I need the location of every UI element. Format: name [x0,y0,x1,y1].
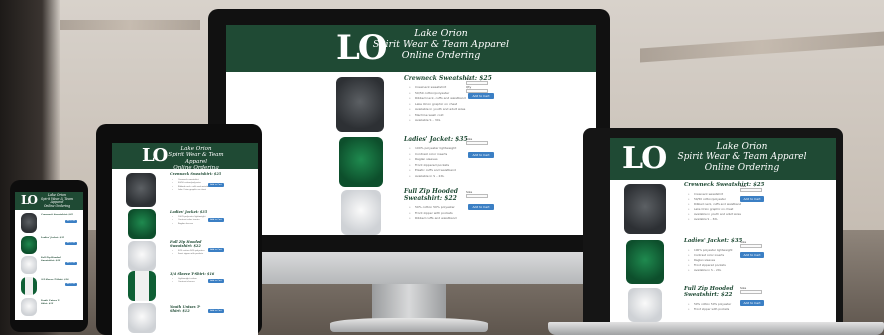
title-line-2: Spirit Wear & Team Apparel [168,152,224,165]
add-to-cart-button[interactable]: Add to Cart [65,283,77,286]
size-option: Size [740,184,762,192]
qty-label: Qty [466,85,472,89]
monitor-base [330,318,488,332]
bullet: Front zipper with pockets [172,253,217,257]
logo[interactable]: LO [21,193,38,207]
size-label: Size [740,286,747,290]
bullet: Available in S – 2XL [409,174,484,180]
product-title: Full Zip Hooded Sweatshirt: $22 [684,286,734,298]
product-title: Crewneck Sweatshirt: $25 [170,172,222,176]
product-image-youth-tee[interactable] [21,298,37,316]
bullet: Available S – 3XL [409,118,484,124]
size-label: Size [466,137,473,141]
product-image-hoodie[interactable] [21,256,37,274]
background-beam [60,20,200,30]
size-select[interactable] [740,244,762,248]
add-to-cart-button[interactable]: Add to Cart [65,220,77,223]
title-line-3: Online Ordering [704,162,780,173]
add-to-cart-button[interactable]: Add to Cart [468,152,494,158]
add-to-cart-button[interactable]: Add to Cart [740,252,764,258]
header-title: Lake Orion Spirit Wear & Team Apparel On… [160,146,232,171]
product-title: Crewneck Sweatshirt: $25 [41,213,73,216]
add-to-cart-button[interactable]: Add to Cart [65,242,77,245]
product-image-jacket[interactable] [128,209,156,239]
product-image-jacket[interactable] [626,240,664,284]
title-line-2: Spirit Wear & Team Apparel [677,152,807,163]
product-bullets: 100% polyester lightweight Contrast colo… [409,146,484,179]
size-select[interactable] [740,188,762,192]
product-image-raglan-tee[interactable] [21,277,37,295]
add-to-cart-button[interactable]: Add to Cart [468,93,494,99]
bullet: Available S – 3XL [688,217,758,222]
title-line-1: Lake Orion [716,142,768,152]
product-title: Youth Unisex T-Shirt: $12 [41,299,60,305]
add-to-cart-button[interactable]: Add to Cart [740,196,764,202]
product-title: 3/4 Sleeve T-Shirt: $16 [170,272,215,276]
add-to-cart-button[interactable]: Add to Cart [468,204,494,210]
product-image-crewneck[interactable] [624,184,666,234]
product-image-crewneck[interactable] [126,173,156,207]
product-title: Ladies' Jacket: $35 [684,238,743,244]
bullet: Lake Orion graphic on chest [172,189,217,193]
add-to-cart-button[interactable]: Add to Cart [208,218,224,222]
product-image-hoodie[interactable] [628,288,662,322]
site-header: LO Lake Orion Spirit Wear & Team Apparel… [15,192,83,210]
add-to-cart-button[interactable]: Add to Cart [208,279,224,283]
bullet: Raglan sleeves [172,223,217,227]
product-title: Youth Unisex T-Shirt: $12 [170,305,201,313]
size-option: Size [740,240,762,248]
product-title: Ladies' Jacket: $35 [170,210,208,214]
header-title: Lake Orion Spirit Wear & Team Apparel On… [662,142,822,173]
product-title: Full Zip Hooded Sweatshirt: $22 [170,240,202,248]
product-image-raglan-tee[interactable] [128,271,156,301]
header-title: Lake Orion Spirit Wear & Team Apparel On… [366,28,516,62]
product-title: Full Zip Hooded Sweatshirt: $22 [41,256,61,262]
title-line-3: Online Ordering [401,49,481,61]
product-title: Full Zip Hooded Sweatshirt: $22 [404,188,458,202]
title-line-3: Online Ordering [43,204,71,209]
site-header: LO Lake Orion Spirit Wear & Team Apparel… [112,143,258,171]
title-line-3: Online Ordering [173,164,219,171]
laptop-base [548,322,884,335]
product-image-youth-tee[interactable] [128,303,156,333]
size-option: Size [740,286,762,294]
site-header: LO Lake Orion Spirit Wear & Team Apparel… [610,138,836,180]
size-option: Size [466,137,488,145]
header-title: Lake Orion Spirit Wear & Team Apparel On… [35,193,79,209]
add-to-cart-button[interactable]: Add to Cart [208,309,224,313]
size-select[interactable] [466,141,488,145]
product-title: 3/4 Sleeve T-Shirt: $16 [41,278,69,281]
size-select[interactable] [466,194,488,198]
product-image-hoodie[interactable] [341,190,381,235]
add-to-cart-button[interactable]: Add to Cart [740,300,764,306]
add-to-cart-button[interactable]: Add to Cart [65,262,77,265]
size-option: Size [466,190,488,198]
product-image-hoodie[interactable] [128,241,156,271]
size-select[interactable] [740,290,762,294]
product-image-crewneck[interactable] [336,77,384,132]
size-label: Size [740,184,747,188]
bullet: Available in S – 2XL [688,268,758,273]
add-to-cart-button[interactable]: Add to Cart [208,248,224,252]
product-title: Ladies' Jacket: $35 [404,136,468,143]
phone-screen: LO Lake Orion Spirit Wear & Team Apparel… [15,192,83,320]
bullet: Ribbed cuffs and waistband [409,216,484,222]
laptop-screen: LO Lake Orion Spirit Wear & Team Apparel… [610,138,836,322]
logo[interactable]: LO [622,141,667,176]
add-to-cart-button[interactable]: Add to Cart [208,183,224,187]
site-header: LO Lake Orion Spirit Wear & Team Apparel… [226,25,596,72]
size-label: Size [466,190,473,194]
size-label: Size [740,240,747,244]
bullet: Front zipper with pockets [688,307,758,312]
size-option: Size Qty [466,77,488,93]
monitor-chin [208,252,610,284]
size-label: Size [466,77,473,81]
product-image-crewneck[interactable] [21,213,37,233]
monitor-screen: LO Lake Orion Spirit Wear & Team Apparel… [226,25,596,235]
product-image-jacket[interactable] [339,137,383,187]
tablet-screen: LO Lake Orion Spirit Wear & Team Apparel… [112,143,258,335]
product-image-jacket[interactable] [21,236,37,254]
product-title: Ladies' Jacket: $35 [41,236,65,239]
monitor-stand [372,284,446,322]
